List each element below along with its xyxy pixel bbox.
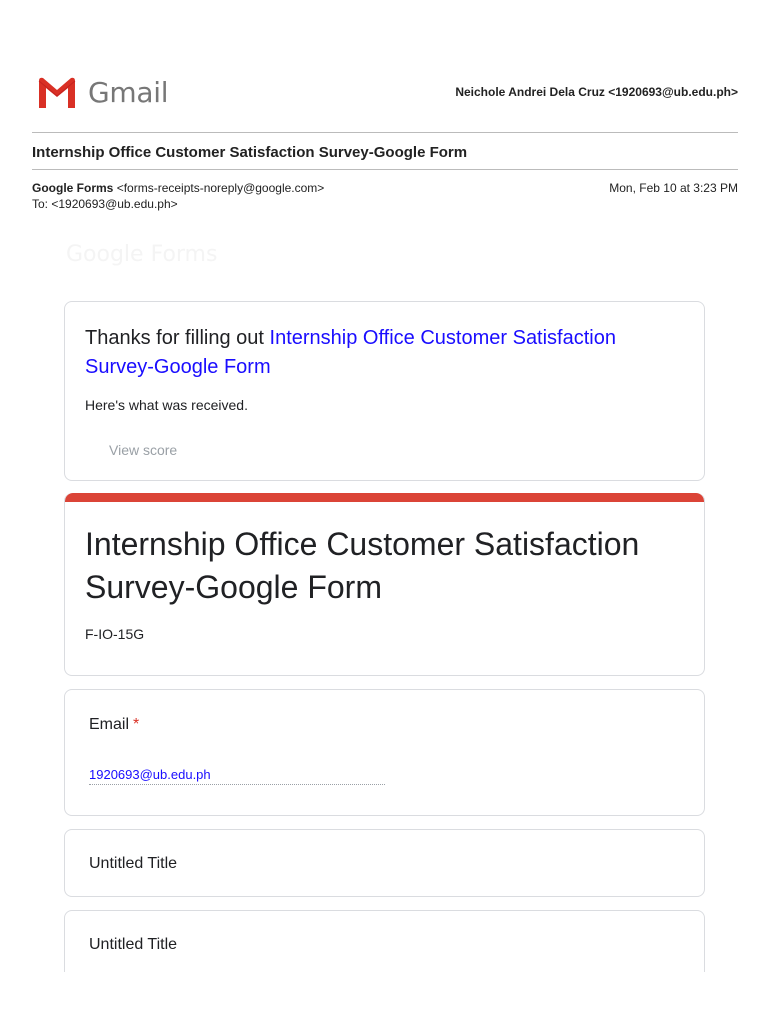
question-card-email: Email * 1920693@ub.edu.ph [64, 689, 705, 816]
received-text: Here's what was received. [85, 397, 248, 413]
email-answer[interactable]: 1920693@ub.edu.ph [89, 767, 385, 785]
sender-name: Google Forms [32, 181, 114, 195]
header-divider [32, 132, 738, 133]
thanks-message: Thanks for filling out Internship Office… [85, 324, 675, 382]
form-title-card: Internship Office Customer Satisfaction … [64, 493, 705, 676]
view-score-link[interactable]: View score [109, 442, 177, 458]
account-recipient: Neichole Andrei Dela Cruz <1920693@ub.ed… [455, 85, 738, 99]
subject-divider [32, 169, 738, 170]
question-label: Untitled Title [89, 855, 178, 872]
page-cutoff [0, 972, 768, 1024]
gmail-wordmark: Gmail [88, 76, 169, 109]
thanks-prefix: Thanks for filling out [85, 327, 270, 349]
recipient-line: To: <1920693@ub.edu.ph> [32, 197, 178, 211]
form-accent-bar [65, 493, 704, 502]
required-asterisk: * [133, 716, 140, 733]
email-subject: Internship Office Customer Satisfaction … [32, 144, 468, 161]
form-title: Internship Office Customer Satisfaction … [85, 526, 640, 605]
gmail-logo-icon [36, 77, 78, 108]
form-description: F-IO-15G [85, 626, 145, 642]
gmail-header: Gmail Neichole Andrei Dela Cruz <1920693… [32, 72, 738, 114]
receipt-card: Thanks for filling out Internship Office… [64, 301, 705, 481]
email-meta: Google Forms <forms-receipts-noreply@goo… [32, 180, 738, 212]
question-label: Email * [89, 716, 139, 734]
question-card: Untitled Title [64, 829, 705, 897]
question-label-text: Email [89, 716, 130, 733]
sender-address[interactable]: <forms-receipts-noreply@google.com> [117, 181, 325, 195]
email-date: Mon, Feb 10 at 3:23 PM [609, 181, 738, 195]
question-label: Untitled Title [89, 936, 178, 953]
google-forms-logo: Google Forms [66, 242, 218, 267]
